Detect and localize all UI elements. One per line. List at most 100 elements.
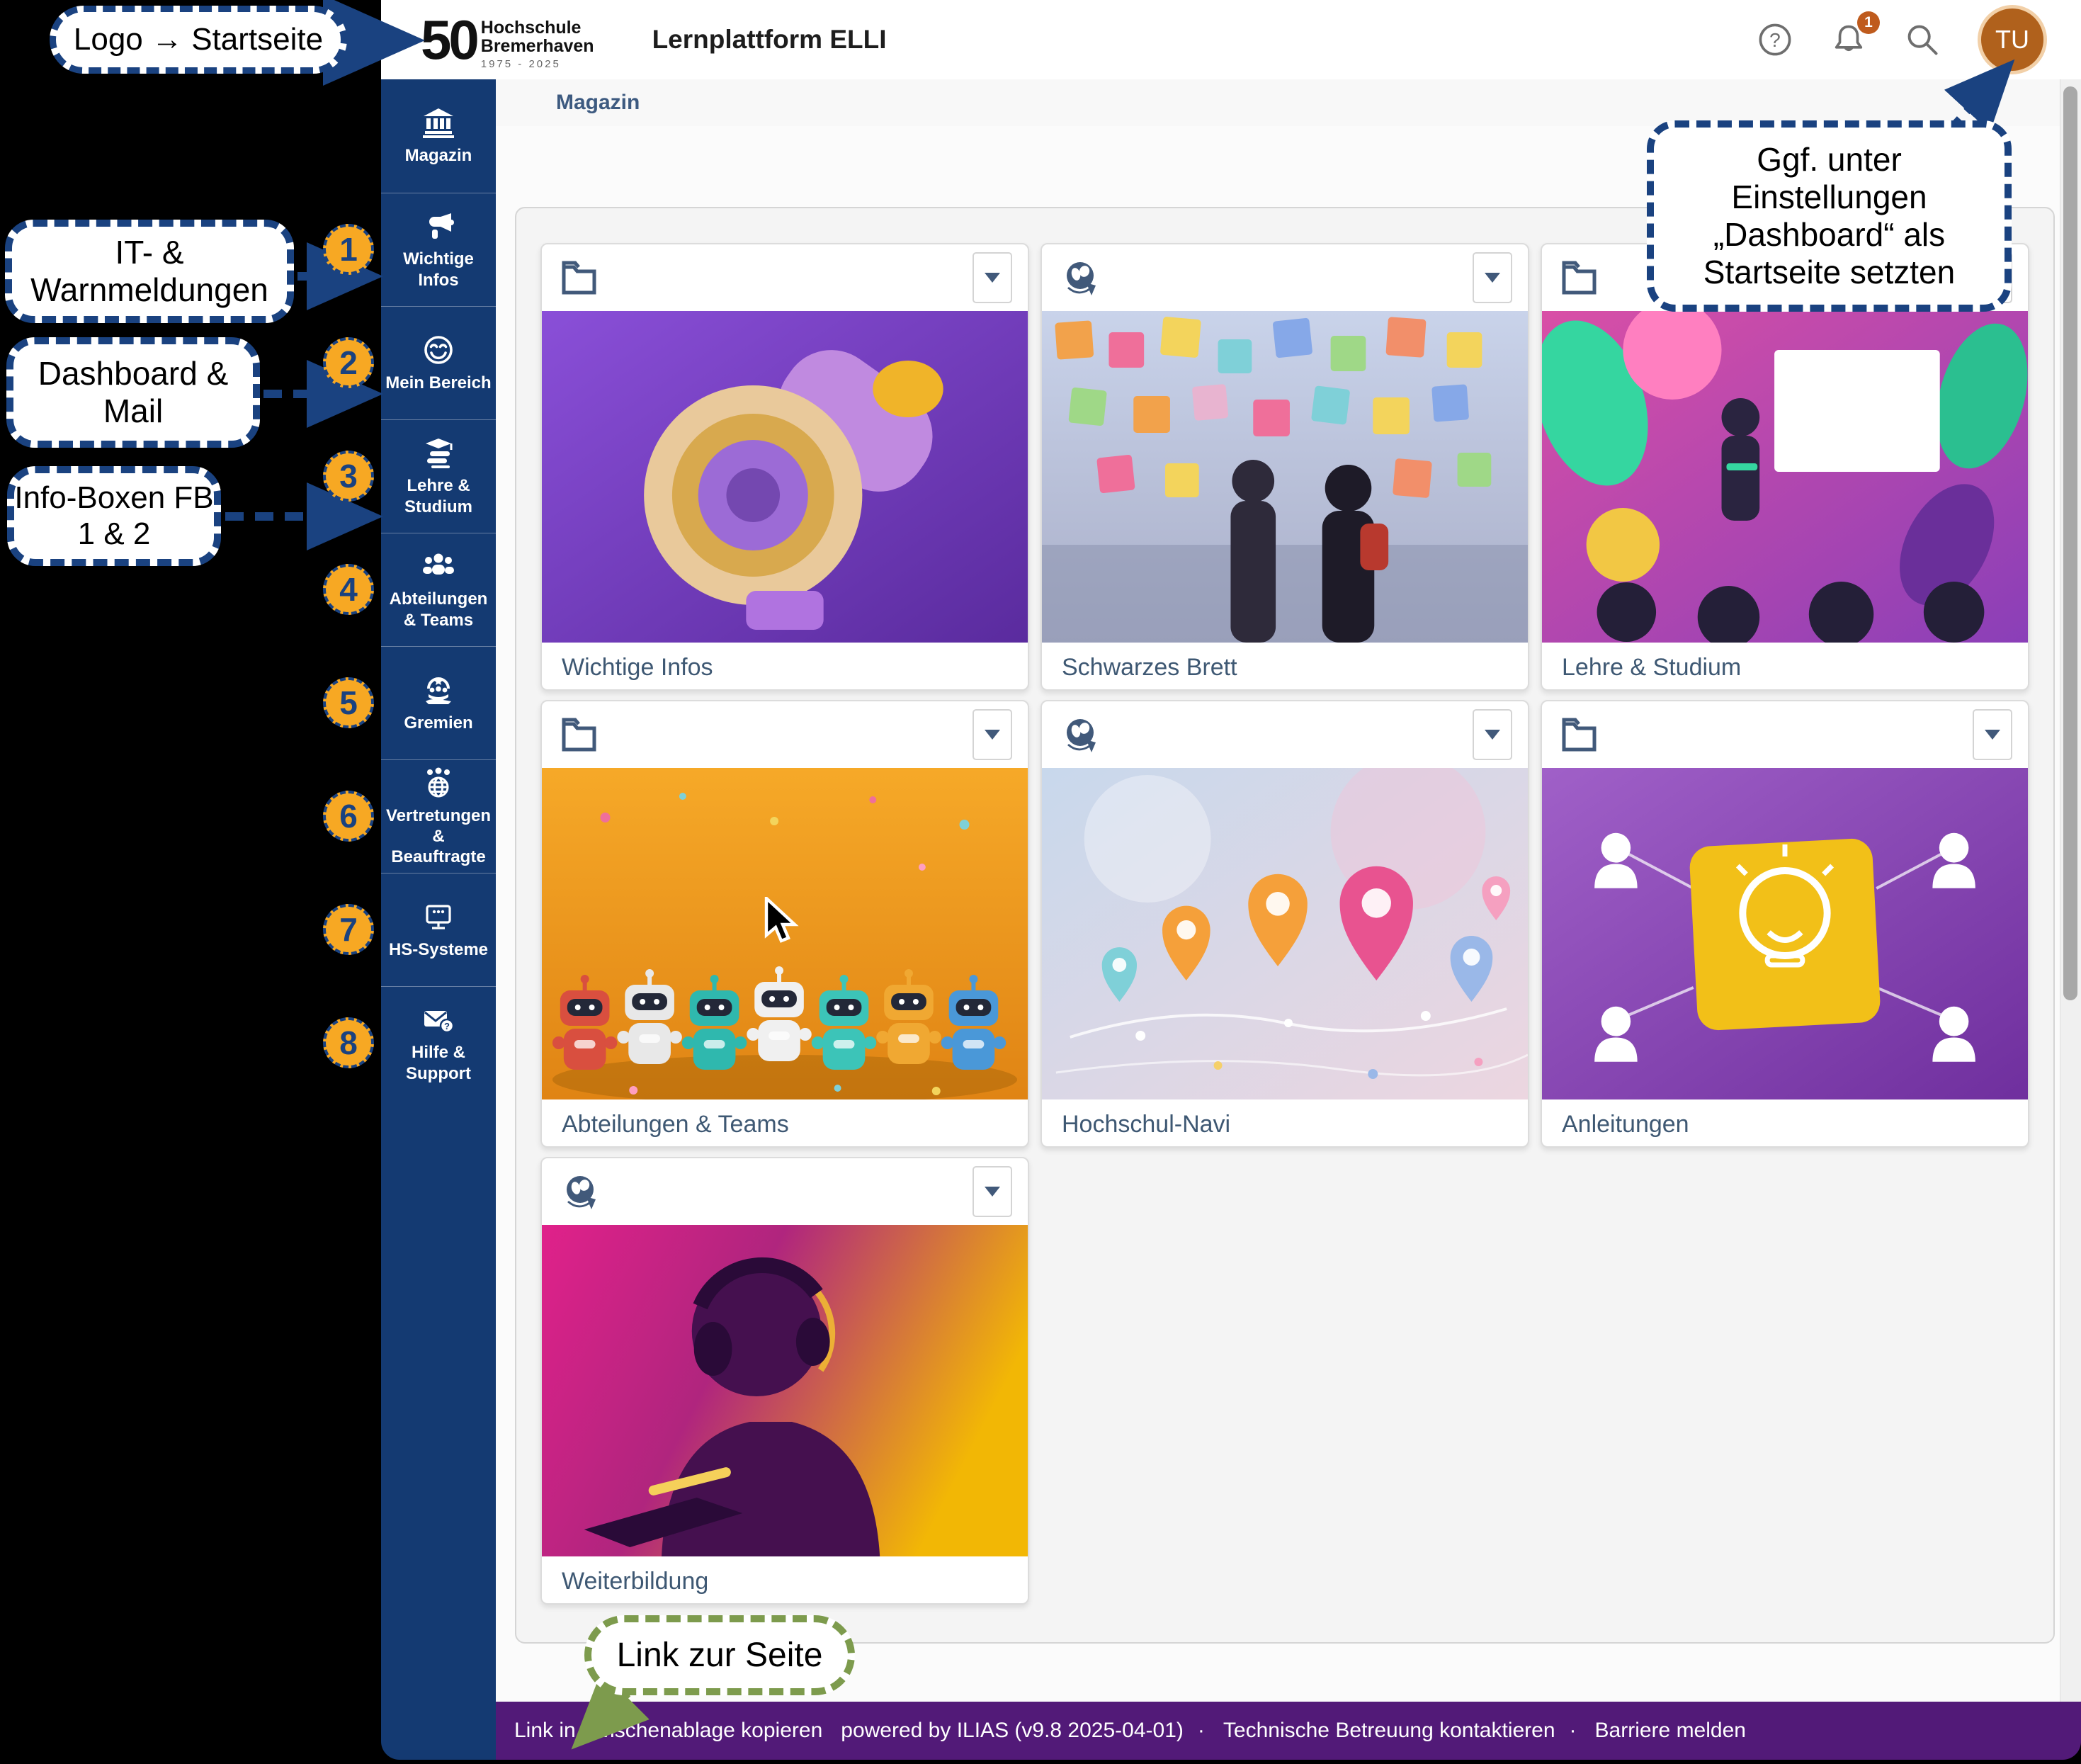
- folder-icon: [1560, 716, 1600, 754]
- search-icon[interactable]: [1904, 21, 1941, 58]
- card-title[interactable]: Lehre & Studium: [1542, 643, 2028, 691]
- chevron-down-icon: [985, 730, 1000, 740]
- sidebar-item-mein-bereich[interactable]: Mein Bereich: [381, 306, 496, 419]
- page-title: Lernplattform ELLI: [652, 25, 887, 55]
- sidebar-item-label: Hilfe & Support: [381, 1042, 496, 1084]
- card-image-map-pins[interactable]: [1042, 768, 1528, 1099]
- logo-startseite-callout: Logo → Startseite: [50, 6, 347, 74]
- card-actions-dropdown[interactable]: [1473, 709, 1512, 760]
- card-weiterbildung[interactable]: Weiterbildung: [540, 1157, 1029, 1605]
- card-image-headphones[interactable]: [542, 1225, 1028, 1556]
- top-bar: 50 Hochschule Bremerhaven 1975 - 2025 Le…: [381, 0, 2081, 81]
- card-image-pinboard[interactable]: [1042, 311, 1528, 643]
- dashboard-settings-callout: Ggf. unter Einstellungen „Dashboard“ als…: [1647, 120, 2012, 312]
- card-image-lightbulb[interactable]: [1542, 768, 2028, 1099]
- marker-1: 1: [323, 224, 374, 275]
- card-schwarzes-brett[interactable]: Schwarzes Brett: [1040, 243, 1529, 691]
- marker-5: 5: [323, 677, 374, 728]
- logo-50-anniversary: 50: [421, 15, 477, 64]
- report-barrier-link[interactable]: Barriere melden: [1595, 1719, 1746, 1743]
- sidebar-item-label: Lehre & Studium: [381, 475, 496, 517]
- link-zur-seite-callout: Link zur Seite: [584, 1615, 855, 1695]
- card-title[interactable]: Schwarzes Brett: [1042, 643, 1528, 691]
- svg-text:?: ?: [444, 1021, 450, 1031]
- card-actions-dropdown[interactable]: [1473, 252, 1512, 303]
- sidebar-item-magazin[interactable]: Magazin: [381, 79, 496, 193]
- weblink-icon: [560, 1172, 600, 1211]
- sidebar-item-label: Vertretungen & Beauftragte: [381, 805, 496, 868]
- sidebar-item-label: Abteilungen & Teams: [381, 589, 496, 631]
- card-image-robots[interactable]: [542, 768, 1028, 1099]
- card-image-lecture[interactable]: [1542, 311, 2028, 643]
- sidebar-item-lehre-studium[interactable]: Lehre & Studium: [381, 419, 496, 533]
- copy-link-action[interactable]: Link in Zwischenablage kopieren: [514, 1719, 822, 1743]
- marker-7: 7: [323, 904, 374, 955]
- university-logo[interactable]: 50 Hochschule Bremerhaven 1975 - 2025: [421, 9, 594, 70]
- card-title[interactable]: Anleitungen: [1542, 1099, 2028, 1148]
- sidebar-item-gremien[interactable]: Gremien: [381, 646, 496, 759]
- footer-bar: Link in Zwischenablage kopieren powered …: [496, 1702, 2081, 1760]
- footer-separator: ·: [1570, 1719, 1577, 1743]
- contact-support-link[interactable]: Technische Betreuung kontaktieren: [1223, 1719, 1555, 1743]
- notifications-bell-icon[interactable]: 1: [1830, 21, 1867, 58]
- sidebar-item-hilfe-support[interactable]: ? Hilfe & Support: [381, 986, 496, 1099]
- card-title[interactable]: Weiterbildung: [542, 1556, 1028, 1605]
- page: 50 Hochschule Bremerhaven 1975 - 2025 Le…: [0, 0, 2081, 1764]
- assembly-icon: [421, 673, 455, 707]
- globe-people-icon: [421, 766, 455, 800]
- sidebar-item-label: HS-Systeme: [386, 939, 491, 960]
- scrollbar-thumb[interactable]: [2063, 86, 2077, 1000]
- sidebar-item-abteilungen-teams[interactable]: Abteilungen & Teams: [381, 533, 496, 646]
- card-title[interactable]: Wichtige Infos: [542, 643, 1028, 691]
- powered-by-text: powered by ILIAS (v9.8 2025-04-01): [841, 1719, 1184, 1743]
- folder-icon: [560, 259, 600, 297]
- chevron-down-icon: [1485, 730, 1500, 740]
- avatar[interactable]: TU: [1978, 5, 2047, 74]
- sidebar-item-hs-systeme[interactable]: HS-Systeme: [381, 873, 496, 986]
- chevron-down-icon: [1985, 730, 2000, 740]
- folder-icon: [1560, 259, 1600, 297]
- chevron-down-icon: [985, 273, 1000, 283]
- card-wichtige-infos[interactable]: Wichtige Infos: [540, 243, 1029, 691]
- help-icon[interactable]: ?: [1757, 21, 1793, 58]
- card-hochschul-navi[interactable]: Hochschul-Navi: [1040, 700, 1529, 1148]
- card-image-megaphone[interactable]: [542, 311, 1028, 643]
- weblink-icon: [1060, 716, 1100, 754]
- sidebar-item-label: Gremien: [401, 713, 475, 733]
- card-title[interactable]: Hochschul-Navi: [1042, 1099, 1528, 1148]
- sidebar-item-wichtige-infos[interactable]: Wichtige Infos: [381, 193, 496, 306]
- info-boxen-callout: Info-Boxen FB 1 & 2: [7, 466, 221, 566]
- svg-text:?: ?: [1769, 29, 1781, 51]
- scrollbar-track: [2060, 79, 2081, 1702]
- chevron-down-icon: [1485, 273, 1500, 283]
- card-anleitungen[interactable]: Anleitungen: [1541, 700, 2029, 1148]
- logo-name-line2: Bremerhaven: [481, 38, 594, 56]
- breadcrumb[interactable]: Magazin: [556, 91, 640, 115]
- sidebar: Magazin Wichtige Infos Mein Bereich Lehr…: [381, 79, 496, 1760]
- card-abteilungen-teams[interactable]: Abteilungen & Teams: [540, 700, 1029, 1148]
- mail-question-icon: ?: [421, 1002, 455, 1036]
- books-icon: [421, 436, 455, 470]
- card-title[interactable]: Abteilungen & Teams: [542, 1099, 1028, 1148]
- card-actions-dropdown[interactable]: [1973, 709, 2012, 760]
- marker-8: 8: [323, 1017, 374, 1068]
- card-actions-dropdown[interactable]: [973, 252, 1012, 303]
- marker-4: 4: [323, 564, 374, 615]
- megaphone-icon: [421, 209, 455, 243]
- monitor-icon: [421, 900, 455, 934]
- weblink-icon: [1060, 259, 1100, 297]
- marker-3: 3: [323, 451, 374, 502]
- sidebar-item-vertretungen-beauftragte[interactable]: Vertretungen & Beauftragte: [381, 759, 496, 873]
- it-warnmeldungen-callout: IT- & Warnmeldungen: [5, 220, 294, 323]
- folder-icon: [560, 716, 600, 754]
- smiley-icon: [421, 333, 455, 367]
- marker-2: 2: [323, 337, 374, 388]
- dashboard-mail-callout: Dashboard & Mail: [6, 337, 260, 448]
- sidebar-item-label: Magazin: [402, 145, 475, 166]
- notification-badge: 1: [1857, 11, 1880, 34]
- logo-name-line1: Hochschule: [481, 19, 594, 38]
- people-group-icon: [421, 549, 455, 583]
- card-actions-dropdown[interactable]: [973, 709, 1012, 760]
- logo-years: 1975 - 2025: [481, 58, 594, 70]
- card-actions-dropdown[interactable]: [973, 1166, 1012, 1217]
